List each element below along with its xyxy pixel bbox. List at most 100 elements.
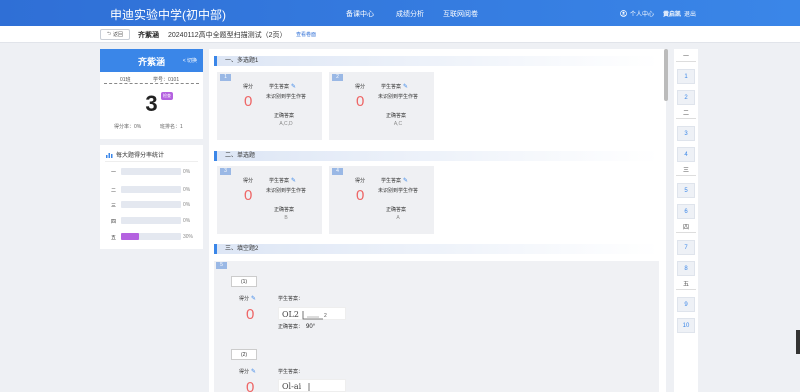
user-name: 黄启凯 (663, 12, 682, 18)
nav-section-label: 二 (676, 111, 696, 119)
score-label: 得分 (355, 84, 366, 90)
score-label: 得分 ✎ (239, 296, 257, 302)
nav-section-label: 五 (676, 282, 696, 290)
stat-label: 三 (111, 203, 117, 209)
nav-online-marking[interactable]: 互联网阅卷 (443, 9, 478, 19)
student-card: 齐紫涵 < 切换 01班 学号：0101 3 检查 得分率：0% 班排名：1 (100, 49, 203, 139)
class-rank: 班排名：1 (160, 124, 183, 130)
sub-question-score: 0 (246, 306, 255, 323)
edit-icon[interactable]: ✎ (291, 84, 296, 90)
question-score: 0 (244, 187, 253, 204)
score-label: 得分 (243, 84, 254, 90)
student-class: 01班 (120, 77, 131, 83)
student-card-header: 齐紫涵 < 切换 (100, 49, 203, 72)
nav-question-button[interactable]: 2 (677, 90, 695, 105)
nav-question-button[interactable]: 7 (677, 240, 695, 255)
stat-pct: 0% (183, 202, 191, 208)
stat-row: 三 0% (111, 201, 196, 209)
question-card: 3 得分 0 学生答案 ✎ 未识别到学生作答 正确答案 B (217, 166, 322, 234)
nav-section-label: 三 (676, 168, 696, 176)
correct-answer-label: 正确答案 (274, 207, 295, 213)
stat-label: 二 (111, 188, 117, 194)
nav-question-button[interactable]: 10 (677, 318, 695, 333)
student-answer-label: 学生答案 ✎ (381, 84, 409, 90)
question-number: 3 (220, 168, 231, 175)
question-card: 1 得分 0 学生答案 ✎ 未识别到学生作答 正确答案 A,C,D (217, 72, 322, 140)
stat-row: 四 0% (111, 217, 196, 225)
user-center-link[interactable]: 个人中心 (630, 9, 654, 18)
student-answer-label: 学生答案： (278, 296, 304, 302)
stat-label: 四 (111, 219, 117, 225)
nav-question-button[interactable]: 3 (677, 126, 695, 141)
stat-pct: 0% (183, 187, 191, 193)
score-rate: 得分率：0% (114, 124, 142, 130)
switch-student-button[interactable]: < 切换 (183, 57, 197, 64)
handwriting-scan-image: OL2 2 (278, 307, 346, 320)
bar-chart-icon (106, 152, 113, 158)
nav-score-analysis[interactable]: 成绩分析 (396, 9, 424, 19)
edit-icon[interactable]: ✎ (251, 296, 256, 302)
svg-text:OL2: OL2 (282, 310, 299, 319)
student-answer-label: 学生答案 ✎ (381, 178, 409, 184)
score-label: 得分 (355, 178, 366, 184)
question-score: 0 (244, 93, 253, 110)
question-number: 5 (216, 262, 227, 269)
correct-answer-value: A,C (393, 121, 403, 127)
nav-question-button[interactable]: 8 (677, 261, 695, 276)
stat-label: 五 (111, 235, 117, 241)
back-button[interactable]: ⮌ 返回 (100, 29, 130, 40)
total-score: 3 (145, 91, 158, 116)
main-scrollbar[interactable] (664, 49, 668, 101)
question-card: 2 得分 0 学生答案 ✎ 未识别到学生作答 正确答案 A,C (329, 72, 434, 140)
correct-answer-value: A,C,D (279, 121, 293, 127)
question-number: 1 (220, 74, 231, 81)
school-brand: 申迪实验中学(初中部) (110, 8, 226, 22)
edit-icon[interactable]: ✎ (403, 178, 408, 184)
nav-question-button[interactable]: 9 (677, 297, 695, 312)
stat-bar (121, 201, 181, 208)
stat-bar-fill (121, 233, 139, 240)
stat-row: 五 30% (111, 233, 196, 241)
stats-title: 每大题得分率统计 (106, 150, 164, 159)
nav-question-button[interactable]: 1 (677, 69, 695, 84)
stat-bar (121, 186, 181, 193)
correct-answer-label: 正确答案 (386, 207, 407, 213)
student-answer-label: 学生答案 ✎ (269, 84, 297, 90)
stat-bar (121, 168, 181, 175)
subbar-student-name: 齐紫涵 (138, 32, 159, 39)
sub-question-label: (2) (231, 349, 257, 360)
stat-bar (121, 217, 181, 224)
stat-label: 一 (111, 170, 117, 176)
student-answer-value: 未识别到学生作答 (377, 94, 418, 100)
question-quick-nav: 一 1 2 二 3 4 三 5 6 四 7 8 五 9 10 (674, 49, 698, 392)
stat-pct: 30% (183, 234, 194, 240)
edit-icon[interactable]: ✎ (251, 369, 256, 375)
student-id: 学号：0101 (153, 77, 180, 83)
student-answer-label: 学生答案 ✎ (269, 178, 297, 184)
stat-row: 二 0% (111, 186, 196, 194)
logout-link[interactable]: 退出 (684, 9, 696, 18)
nav-question-button[interactable]: 4 (677, 147, 695, 162)
window-scrollbar[interactable] (796, 330, 800, 354)
check-badge[interactable]: 检查 (161, 92, 173, 100)
edit-icon[interactable]: ✎ (403, 84, 408, 90)
student-answer-label: 学生答案： (278, 369, 304, 375)
nav-section-label: 四 (676, 225, 696, 233)
score-label: 得分 ✎ (239, 369, 257, 375)
handwriting-scan-image: Ol-ai (278, 379, 346, 392)
section-header: 二、单选题 (214, 151, 659, 161)
section-header: 三、填空题2 (214, 244, 659, 254)
question-detail-panel[interactable]: 一、多选题1 1 得分 0 学生答案 ✎ 未识别到学生作答 正确答案 A,C,D … (209, 49, 666, 392)
correct-answer-label: 正确答案 (274, 113, 295, 119)
nav-lesson-prep[interactable]: 备课中心 (346, 9, 374, 19)
correct-answer-value: 90° (306, 324, 316, 330)
correct-answer-row: 正确答案： 90° (278, 324, 316, 330)
stat-pct: 0% (183, 218, 191, 224)
nav-question-button[interactable]: 5 (677, 183, 695, 198)
view-paper-link[interactable]: 查看卷面 (296, 31, 316, 38)
nav-question-button[interactable]: 6 (677, 204, 695, 219)
edit-icon[interactable]: ✎ (291, 178, 296, 184)
divider (104, 83, 199, 84)
score-label: 得分 (243, 178, 254, 184)
question-score: 0 (356, 93, 365, 110)
